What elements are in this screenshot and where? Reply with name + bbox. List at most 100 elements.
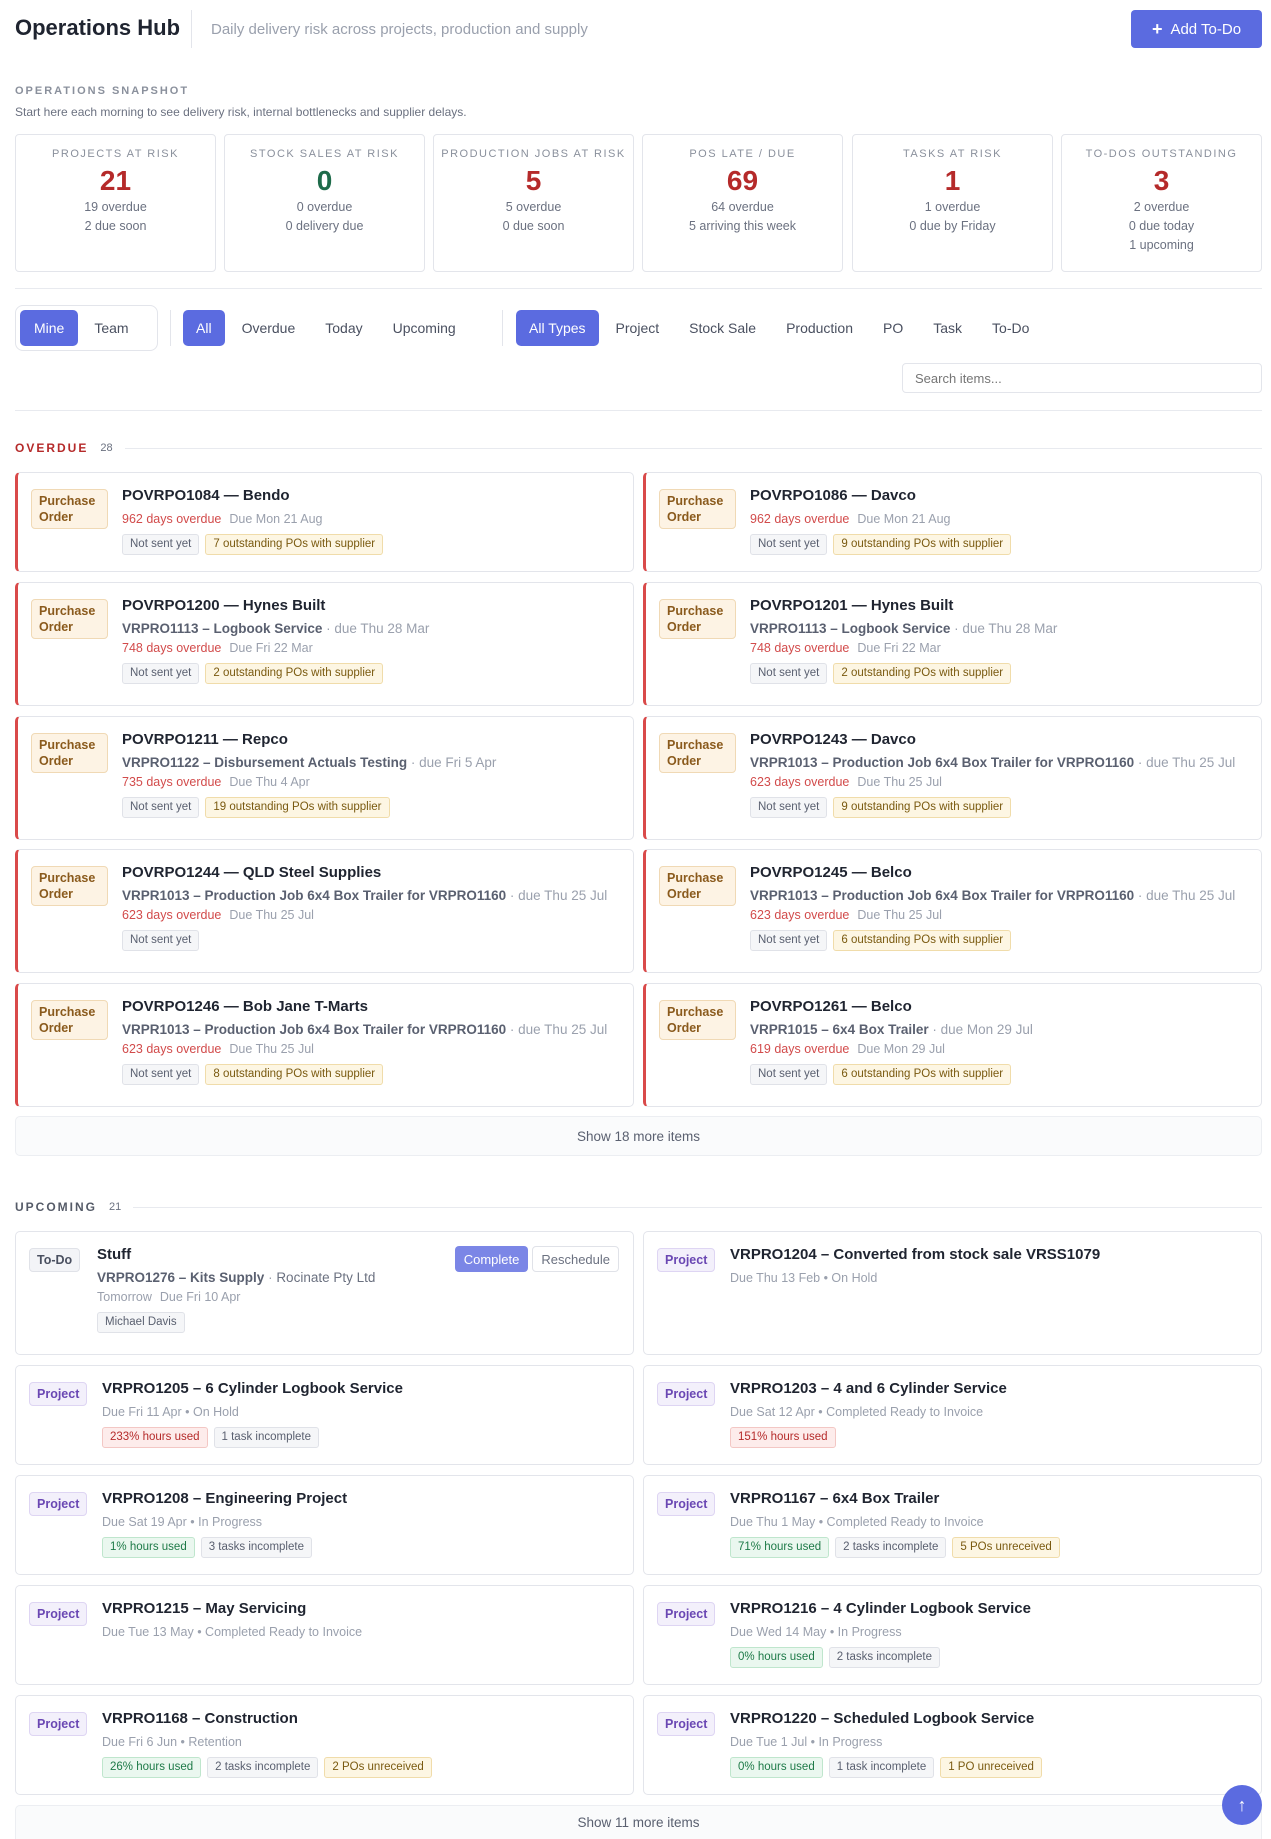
tag: 1 task incomplete	[828, 1757, 935, 1778]
scope-mine[interactable]: Mine	[20, 310, 79, 346]
card-title: Stuff	[97, 1246, 132, 1263]
type-project[interactable]: Project	[603, 310, 673, 346]
overdue-card[interactable]: Purchase Order POVRPO1246 — Bob Jane T-M…	[15, 983, 634, 1107]
snapshot-heading: OPERATIONS SNAPSHOT	[15, 85, 190, 97]
tags: Not sent yet 19 outstanding POs with supp…	[122, 797, 496, 818]
search-input[interactable]	[902, 363, 1262, 393]
type-badge: Project	[657, 1492, 716, 1516]
tags: Not sent yet 9 outstanding POs with suppl…	[750, 797, 1235, 818]
card-title: POVRPO1084 — Bendo	[122, 487, 290, 504]
project-card[interactable]: Project VRPRO1220 – Scheduled Logbook Se…	[643, 1695, 1262, 1795]
todo-card[interactable]: To-Do Stuff VRPRO1276 – Kits Supply · Ro…	[15, 1231, 634, 1355]
filter-overdue[interactable]: Overdue	[229, 310, 309, 346]
ref-link[interactable]: VRPRO1276 – Kits Supply	[97, 1270, 264, 1285]
project-card[interactable]: Project VRPRO1215 – May Servicing Due Tu…	[15, 1585, 634, 1685]
project-card[interactable]: Project VRPRO1205 – 6 Cylinder Logbook S…	[15, 1365, 634, 1465]
type-badge: Purchase Order	[659, 733, 736, 773]
ref-link[interactable]: VRPR1013 – Production Job 6x4 Box Traile…	[750, 888, 1134, 903]
filter-today[interactable]: Today	[312, 310, 375, 346]
overdue-text: 623 days overdue	[750, 775, 850, 789]
show-more-overdue-button[interactable]: Show 18 more items	[15, 1116, 1262, 1156]
reschedule-button[interactable]: Reschedule	[532, 1246, 619, 1272]
type-badge: Purchase Order	[31, 1000, 108, 1040]
overdue-text: 735 days overdue	[122, 775, 222, 789]
overdue-card[interactable]: Purchase Order POVRPO1086 — Davco 962 da…	[643, 472, 1262, 572]
due-text: Due Mon 21 Aug	[857, 512, 951, 526]
stat-card-production[interactable]: PRODUCTION JOBS AT RISK 5 5 overdue 0 du…	[433, 134, 634, 272]
tag: Not sent yet	[750, 930, 828, 951]
card-title: POVRPO1244 — QLD Steel Supplies	[122, 864, 382, 881]
tag: 2 outstanding POs with supplier	[833, 663, 1012, 684]
stat-card-pos[interactable]: POS LATE / DUE 69 64 overdue 5 arriving …	[642, 134, 843, 272]
arrow-up-icon[interactable]: ↑	[1222, 1785, 1262, 1825]
type-badge: Project	[29, 1712, 88, 1736]
type-todo[interactable]: To-Do	[979, 310, 1042, 346]
card-body: Stuff VRPRO1276 – Kits Supply · Rocinate…	[97, 1245, 375, 1333]
add-todo-button[interactable]: + Add To-Do	[1131, 10, 1262, 48]
tag: Not sent yet	[122, 534, 200, 555]
stat-card-stock-sales[interactable]: STOCK SALES AT RISK 0 0 overdue 0 delive…	[224, 134, 425, 272]
type-po[interactable]: PO	[870, 310, 916, 346]
card-ref: VRPRO1276 – Kits Supply · Rocinate Pty L…	[97, 1270, 376, 1285]
scope-team[interactable]: Team	[80, 310, 142, 346]
ref-link[interactable]: VRPRO1122 – Disbursement Actuals Testing	[122, 755, 407, 770]
overdue-card[interactable]: Purchase Order POVRPO1200 — Hynes Built …	[15, 582, 634, 706]
type-badge: Project	[657, 1382, 716, 1406]
type-badge: Project	[29, 1382, 88, 1406]
divider	[15, 410, 1262, 411]
project-card[interactable]: Project VRPRO1208 – Engineering Project …	[15, 1475, 634, 1575]
card-ref: VRPR1013 – Production Job 6x4 Box Traile…	[122, 888, 608, 903]
stat-card-projects[interactable]: PROJECTS AT RISK 21 19 overdue 2 due soo…	[15, 134, 216, 272]
filter-all[interactable]: All	[183, 310, 225, 346]
stat-card-todos[interactable]: TO-DOS OUTSTANDING 3 2 overdue 0 due tod…	[1061, 134, 1262, 272]
ref-link[interactable]: VRPRO1113 – Logbook Service	[750, 621, 950, 636]
type-task[interactable]: Task	[920, 310, 975, 346]
section-rule	[124, 447, 1262, 449]
card-meta: 748 days overdue Due Fri 22 Mar	[122, 640, 429, 657]
tags: 26% hours used 2 tasks incomplete 2 POs un…	[102, 1757, 432, 1778]
card-meta: Due Thu 13 Feb • On Hold	[730, 1271, 878, 1285]
overdue-card[interactable]: Purchase Order POVRPO1245 — Belco VRPR10…	[643, 849, 1262, 973]
card-body: VRPRO1203 – 4 and 6 Cylinder Service Due…	[730, 1379, 1007, 1448]
tag: Not sent yet	[122, 1064, 200, 1085]
stat-line: 0 overdue	[296, 200, 353, 214]
project-card[interactable]: Project VRPRO1204 – Converted from stock…	[643, 1231, 1262, 1355]
ref-link[interactable]: VRPR1015 – 6x4 Box Trailer	[750, 1022, 929, 1037]
filter-upcoming[interactable]: Upcoming	[380, 310, 469, 346]
due-text: Due Fri 22 Mar	[857, 641, 941, 655]
card-body: POVRPO1244 — QLD Steel Supplies VRPR1013…	[122, 863, 607, 951]
type-production[interactable]: Production	[773, 310, 866, 346]
overdue-card[interactable]: Purchase Order POVRPO1243 — Davco VRPR10…	[643, 716, 1262, 840]
overdue-card[interactable]: Purchase Order POVRPO1211 — Repco VRPRO1…	[15, 716, 634, 840]
ref-link[interactable]: VRPR1013 – Production Job 6x4 Box Traile…	[122, 1022, 506, 1037]
stat-card-tasks[interactable]: TASKS AT RISK 1 1 overdue 0 due by Frida…	[852, 134, 1053, 272]
overdue-card[interactable]: Purchase Order POVRPO1261 — Belco VRPR10…	[643, 983, 1262, 1107]
card-meta: Due Wed 14 May • In Progress	[730, 1625, 902, 1639]
type-stock-sale[interactable]: Stock Sale	[676, 310, 769, 346]
overdue-text: 962 days overdue	[122, 512, 222, 526]
page-title: Operations Hub	[15, 15, 181, 40]
card-meta: 962 days overdue Due Mon 21 Aug	[122, 511, 383, 528]
card-body: POVRPO1201 — Hynes Built VRPRO1113 – Log…	[750, 596, 1057, 684]
type-badge: Purchase Order	[31, 866, 108, 906]
overdue-card[interactable]: Purchase Order POVRPO1244 — QLD Steel Su…	[15, 849, 634, 973]
type-badge: Project	[657, 1248, 716, 1272]
stat-value: 69	[726, 165, 759, 196]
ref-link[interactable]: VRPRO1113 – Logbook Service	[122, 621, 322, 636]
card-meta: Due Tue 1 Jul • In Progress	[730, 1735, 883, 1749]
type-all[interactable]: All Types	[516, 310, 599, 346]
ref-link[interactable]: VRPR1013 – Production Job 6x4 Box Traile…	[122, 888, 506, 903]
project-card[interactable]: Project VRPRO1168 – Construction Due Fri…	[15, 1695, 634, 1795]
complete-button[interactable]: Complete	[454, 1246, 529, 1272]
tag: 233% hours used	[102, 1427, 208, 1448]
card-body: POVRPO1211 — Repco VRPRO1122 – Disbursem…	[122, 730, 496, 818]
project-card[interactable]: Project VRPRO1203 – 4 and 6 Cylinder Ser…	[643, 1365, 1262, 1465]
add-todo-label: Add To-Do	[1170, 20, 1242, 38]
ref-link[interactable]: VRPR1013 – Production Job 6x4 Box Traile…	[750, 755, 1134, 770]
overdue-card[interactable]: Purchase Order POVRPO1201 — Hynes Built …	[643, 582, 1262, 706]
project-card[interactable]: Project VRPRO1167 – 6x4 Box Trailer Due …	[643, 1475, 1262, 1575]
show-more-upcoming-button[interactable]: Show 11 more items	[15, 1805, 1262, 1839]
project-card[interactable]: Project VRPRO1216 – 4 Cylinder Logbook S…	[643, 1585, 1262, 1685]
card-title: VRPRO1203 – 4 and 6 Cylinder Service	[730, 1380, 1007, 1397]
overdue-card[interactable]: Purchase Order POVRPO1084 — Bendo 962 da…	[15, 472, 634, 572]
